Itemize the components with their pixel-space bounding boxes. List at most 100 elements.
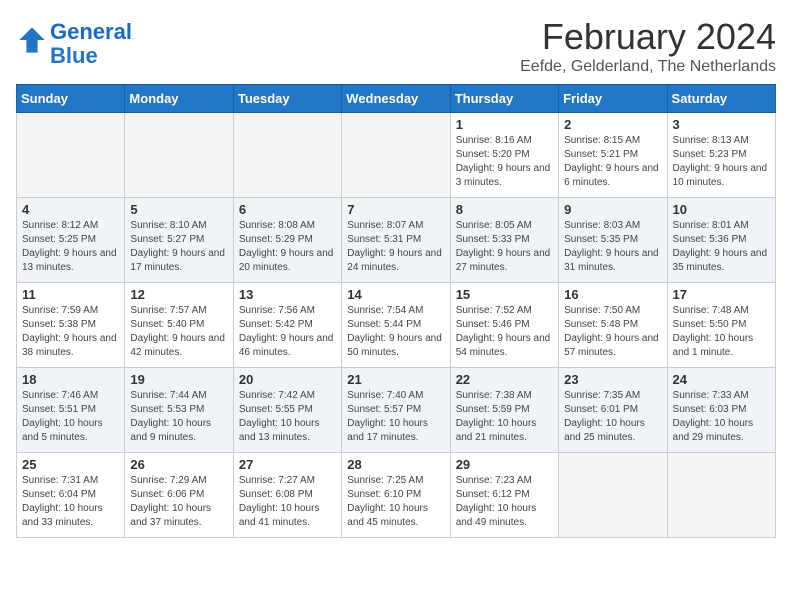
day-content: Sunrise: 8:08 AM Sunset: 5:29 PM Dayligh… <box>239 219 336 275</box>
day-content: Sunrise: 7:29 AM Sunset: 6:06 PM Dayligh… <box>130 474 227 530</box>
day-number: 19 <box>130 372 227 387</box>
calendar-cell: 18 Sunrise: 7:46 AM Sunset: 5:51 PM Dayli… <box>17 368 125 453</box>
day-content: Sunrise: 8:03 AM Sunset: 5:35 PM Dayligh… <box>564 219 661 275</box>
calendar-cell: 29 Sunrise: 7:23 AM Sunset: 6:12 PM Dayli… <box>450 453 558 538</box>
day-number: 5 <box>130 202 227 217</box>
calendar-cell: 8 Sunrise: 8:05 AM Sunset: 5:33 PM Daylig… <box>450 198 558 283</box>
calendar-cell: 26 Sunrise: 7:29 AM Sunset: 6:06 PM Dayli… <box>125 453 233 538</box>
calendar-cell: 12 Sunrise: 7:57 AM Sunset: 5:40 PM Dayli… <box>125 283 233 368</box>
logo-line2: Blue <box>50 43 98 68</box>
day-number: 2 <box>564 117 661 132</box>
calendar-cell <box>233 113 341 198</box>
calendar-cell: 24 Sunrise: 7:33 AM Sunset: 6:03 PM Dayli… <box>667 368 775 453</box>
day-content: Sunrise: 8:15 AM Sunset: 5:21 PM Dayligh… <box>564 134 661 190</box>
day-content: Sunrise: 7:50 AM Sunset: 5:48 PM Dayligh… <box>564 304 661 360</box>
day-content: Sunrise: 8:13 AM Sunset: 5:23 PM Dayligh… <box>673 134 770 190</box>
day-number: 4 <box>22 202 119 217</box>
calendar-cell: 10Sunrise: 8:01 AM Sunset: 5:36 PM Dayli… <box>667 198 775 283</box>
calendar-cell: 17Sunrise: 7:48 AM Sunset: 5:50 PM Dayli… <box>667 283 775 368</box>
logo-text: General Blue <box>50 20 132 68</box>
calendar-cell <box>125 113 233 198</box>
day-number: 6 <box>239 202 336 217</box>
day-number: 25 <box>22 457 119 472</box>
day-number: 29 <box>456 457 553 472</box>
day-number: 22 <box>456 372 553 387</box>
day-content: Sunrise: 8:07 AM Sunset: 5:31 PM Dayligh… <box>347 219 444 275</box>
day-number: 12 <box>130 287 227 302</box>
calendar-cell: 16 Sunrise: 7:50 AM Sunset: 5:48 PM Dayli… <box>559 283 667 368</box>
day-content: Sunrise: 7:54 AM Sunset: 5:44 PM Dayligh… <box>347 304 444 360</box>
day-number: 7 <box>347 202 444 217</box>
logo-line1: General <box>50 19 132 44</box>
day-number: 16 <box>564 287 661 302</box>
day-number: 13 <box>239 287 336 302</box>
calendar-week-row: 11 Sunrise: 7:59 AM Sunset: 5:38 PM Dayli… <box>17 283 776 368</box>
logo-icon <box>18 26 46 54</box>
day-content: Sunrise: 7:35 AM Sunset: 6:01 PM Dayligh… <box>564 389 661 445</box>
day-content: Sunrise: 7:40 AM Sunset: 5:57 PM Dayligh… <box>347 389 444 445</box>
day-number: 21 <box>347 372 444 387</box>
calendar-cell: 21 Sunrise: 7:40 AM Sunset: 5:57 PM Dayli… <box>342 368 450 453</box>
day-content: Sunrise: 8:05 AM Sunset: 5:33 PM Dayligh… <box>456 219 553 275</box>
day-content: Sunrise: 8:10 AM Sunset: 5:27 PM Dayligh… <box>130 219 227 275</box>
day-number: 1 <box>456 117 553 132</box>
day-header-sunday: Sunday <box>17 85 125 113</box>
day-number: 28 <box>347 457 444 472</box>
calendar-cell: 6 Sunrise: 8:08 AM Sunset: 5:29 PM Daylig… <box>233 198 341 283</box>
calendar-cell <box>342 113 450 198</box>
calendar-cell: 15Sunrise: 7:52 AM Sunset: 5:46 PM Dayli… <box>450 283 558 368</box>
day-content: Sunrise: 7:59 AM Sunset: 5:38 PM Dayligh… <box>22 304 119 360</box>
day-header-friday: Friday <box>559 85 667 113</box>
calendar-cell: 2 Sunrise: 8:15 AM Sunset: 5:21 PM Daylig… <box>559 113 667 198</box>
day-number: 26 <box>130 457 227 472</box>
calendar-cell: 23Sunrise: 7:35 AM Sunset: 6:01 PM Dayli… <box>559 368 667 453</box>
day-content: Sunrise: 7:38 AM Sunset: 5:59 PM Dayligh… <box>456 389 553 445</box>
calendar-cell: 28 Sunrise: 7:25 AM Sunset: 6:10 PM Dayli… <box>342 453 450 538</box>
day-header-thursday: Thursday <box>450 85 558 113</box>
day-content: Sunrise: 7:31 AM Sunset: 6:04 PM Dayligh… <box>22 474 119 530</box>
day-number: 18 <box>22 372 119 387</box>
calendar-week-row: 25 Sunrise: 7:31 AM Sunset: 6:04 PM Dayli… <box>17 453 776 538</box>
calendar-cell: 9 Sunrise: 8:03 AM Sunset: 5:35 PM Daylig… <box>559 198 667 283</box>
calendar-cell: 1 Sunrise: 8:16 AM Sunset: 5:20 PM Daylig… <box>450 113 558 198</box>
calendar-cell: 3 Sunrise: 8:13 AM Sunset: 5:23 PM Daylig… <box>667 113 775 198</box>
calendar-cell: 4Sunrise: 8:12 AM Sunset: 5:25 PM Daylig… <box>17 198 125 283</box>
day-content: Sunrise: 7:48 AM Sunset: 5:50 PM Dayligh… <box>673 304 770 360</box>
calendar-header-row: SundayMondayTuesdayWednesdayThursdayFrid… <box>17 85 776 113</box>
location-subtitle: Eefde, Gelderland, The Netherlands <box>520 58 776 76</box>
day-number: 10 <box>673 202 770 217</box>
day-content: Sunrise: 7:25 AM Sunset: 6:10 PM Dayligh… <box>347 474 444 530</box>
logo: General Blue <box>16 20 132 68</box>
day-number: 9 <box>564 202 661 217</box>
day-content: Sunrise: 7:57 AM Sunset: 5:40 PM Dayligh… <box>130 304 227 360</box>
calendar-cell: 14 Sunrise: 7:54 AM Sunset: 5:44 PM Dayli… <box>342 283 450 368</box>
day-number: 14 <box>347 287 444 302</box>
month-title: February 2024 <box>520 16 776 58</box>
calendar-cell: 11 Sunrise: 7:59 AM Sunset: 5:38 PM Dayli… <box>17 283 125 368</box>
day-header-saturday: Saturday <box>667 85 775 113</box>
day-header-wednesday: Wednesday <box>342 85 450 113</box>
day-number: 8 <box>456 202 553 217</box>
header: General Blue February 2024 Eefde, Gelder… <box>16 16 776 76</box>
calendar-week-row: 4Sunrise: 8:12 AM Sunset: 5:25 PM Daylig… <box>17 198 776 283</box>
calendar-cell: 27 Sunrise: 7:27 AM Sunset: 6:08 PM Dayli… <box>233 453 341 538</box>
calendar-cell: 7 Sunrise: 8:07 AM Sunset: 5:31 PM Daylig… <box>342 198 450 283</box>
day-number: 11 <box>22 287 119 302</box>
day-content: Sunrise: 7:44 AM Sunset: 5:53 PM Dayligh… <box>130 389 227 445</box>
day-content: Sunrise: 7:33 AM Sunset: 6:03 PM Dayligh… <box>673 389 770 445</box>
day-number: 24 <box>673 372 770 387</box>
day-content: Sunrise: 7:42 AM Sunset: 5:55 PM Dayligh… <box>239 389 336 445</box>
day-content: Sunrise: 7:46 AM Sunset: 5:51 PM Dayligh… <box>22 389 119 445</box>
calendar-cell <box>667 453 775 538</box>
day-number: 15 <box>456 287 553 302</box>
day-number: 20 <box>239 372 336 387</box>
calendar-cell: 20 Sunrise: 7:42 AM Sunset: 5:55 PM Dayli… <box>233 368 341 453</box>
day-number: 27 <box>239 457 336 472</box>
day-content: Sunrise: 7:27 AM Sunset: 6:08 PM Dayligh… <box>239 474 336 530</box>
day-content: Sunrise: 8:16 AM Sunset: 5:20 PM Dayligh… <box>456 134 553 190</box>
day-number: 3 <box>673 117 770 132</box>
day-content: Sunrise: 7:23 AM Sunset: 6:12 PM Dayligh… <box>456 474 553 530</box>
calendar-cell: 13 Sunrise: 7:56 AM Sunset: 5:42 PM Dayli… <box>233 283 341 368</box>
calendar-cell: 5 Sunrise: 8:10 AM Sunset: 5:27 PM Daylig… <box>125 198 233 283</box>
day-content: Sunrise: 7:56 AM Sunset: 5:42 PM Dayligh… <box>239 304 336 360</box>
